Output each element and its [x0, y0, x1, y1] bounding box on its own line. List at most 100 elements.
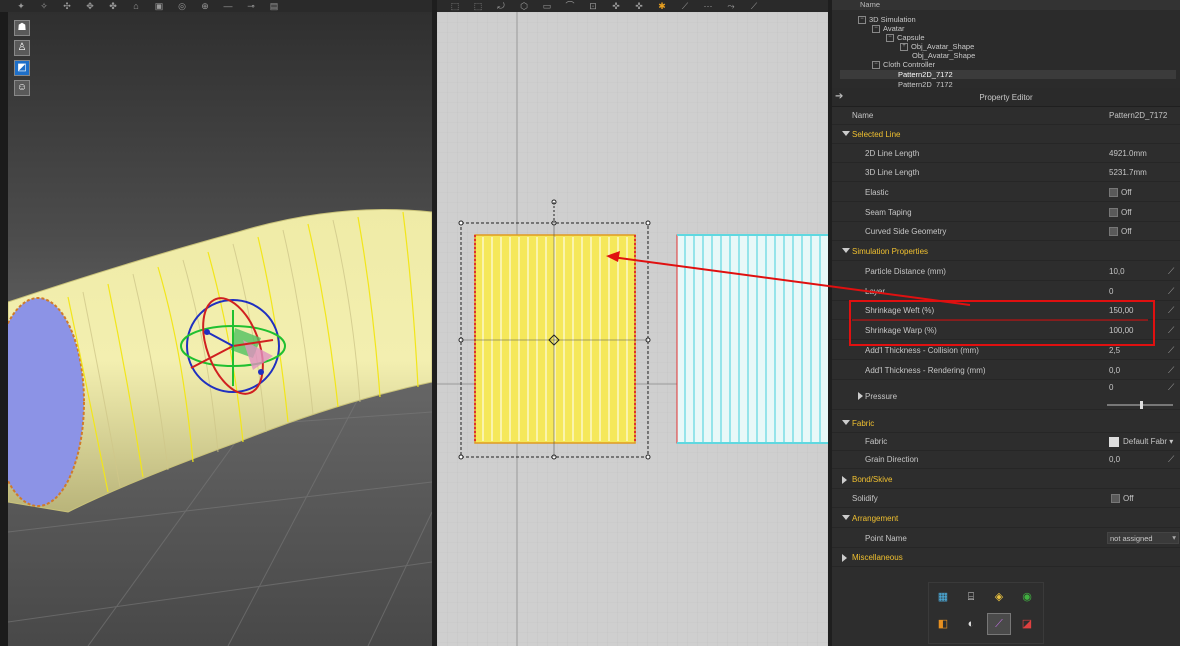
prop-row-curved-side: Curved Side Geometry Off: [832, 222, 1180, 241]
seam-taping-checkbox[interactable]: Off: [1109, 208, 1132, 218]
pin-icon[interactable]: ⟋: [1168, 286, 1174, 297]
collapse-icon[interactable]: [842, 420, 850, 425]
section-fabric[interactable]: Fabric: [832, 414, 1180, 433]
view-tools: ☗ ♙ ◩ ☺: [14, 20, 30, 96]
pressure-slider[interactable]: [1107, 401, 1173, 409]
viewport-2d[interactable]: [437, 12, 828, 646]
tack-icon[interactable]: ⟋: [680, 1, 690, 11]
tree-item-cloth-controller[interactable]: − Cloth Controller: [872, 60, 935, 70]
chevron-down-icon: ▾: [1172, 533, 1176, 542]
knife-icon[interactable]: ⟋: [749, 1, 759, 11]
collapse-icon[interactable]: [842, 248, 850, 253]
solidify-checkbox[interactable]: Off: [1111, 494, 1134, 504]
point-name-dropdown[interactable]: not assigned ▾: [1107, 532, 1179, 544]
tree-item-capsule[interactable]: − Capsule: [886, 33, 925, 43]
garment-3d-render: [8, 209, 432, 646]
seam-icon[interactable]: ⊡: [588, 1, 598, 11]
prop-row-solidify: Solidify Off: [832, 489, 1180, 508]
sphere-icon[interactable]: ◐: [964, 617, 978, 631]
object-browser: Name −3D Simulation − Avatar − Capsule + Ob…: [832, 0, 1180, 88]
pin-icon[interactable]: ⟋: [1168, 266, 1174, 277]
prop-row-seam-taping: Seam Taping Off: [832, 203, 1180, 222]
expand-icon[interactable]: [842, 554, 847, 562]
lock-icon[interactable]: ▣: [154, 1, 164, 11]
brush-icon[interactable]: ✤: [108, 1, 118, 11]
garment-display-icon[interactable]: ◩: [14, 60, 30, 76]
fabric-swatch: [1109, 437, 1119, 447]
tree-item-3d-simulation[interactable]: −3D Simulation: [858, 15, 916, 25]
prop-row-2d-line-length: 2D Line Length 4921.0mm: [832, 144, 1180, 163]
tree-item-avatar[interactable]: − Avatar: [872, 24, 905, 34]
elastic-checkbox[interactable]: Off: [1109, 188, 1132, 198]
fabric-dropdown[interactable]: Default Fabr ▾: [1109, 437, 1173, 447]
curve-icon[interactable]: ⤳: [726, 1, 736, 11]
section-arrangement[interactable]: Arrangement: [832, 509, 1180, 528]
texture-brush-icon[interactable]: ⊸: [246, 1, 256, 11]
texture-icon[interactable]: —: [223, 1, 233, 11]
free-seam-icon[interactable]: ✜: [634, 1, 644, 11]
draw-line-icon[interactable]: ⊕: [200, 1, 210, 11]
tree-header: Name: [832, 0, 1180, 10]
section-bond-skive[interactable]: Bond/Skive: [832, 470, 1180, 489]
tree-item-pattern-2[interactable]: Pattern2D_7172: [898, 80, 953, 88]
checkbox-icon[interactable]: [1109, 208, 1118, 218]
pin-pattern-icon[interactable]: ✱: [657, 1, 667, 11]
polygon-icon[interactable]: ⬡: [519, 1, 529, 11]
fabric-icon[interactable]: ▦: [936, 590, 950, 604]
section-miscellaneous[interactable]: Miscellaneous: [832, 548, 1180, 567]
prop-row-layer: Layer 0 ⟋: [832, 282, 1180, 301]
transform-pattern-icon[interactable]: ⤾: [496, 1, 506, 11]
tree-item-pattern-selected[interactable]: Pattern2D_7172: [840, 70, 1176, 79]
pin-icon[interactable]: ⟋: [1168, 365, 1174, 376]
face-icon[interactable]: ☺: [14, 80, 30, 96]
cube-icon[interactable]: ◈: [992, 590, 1006, 604]
checkbox-icon[interactable]: [1109, 227, 1118, 237]
tree-item-avatar-shape[interactable]: + Obj_Avatar_Shape: [900, 42, 974, 52]
pin-icon[interactable]: ⟋: [1168, 325, 1174, 336]
rectangle-icon[interactable]: ▭: [542, 1, 552, 11]
avatar-icon[interactable]: ♙: [14, 40, 30, 56]
property-editor: ➔ Property Editor Name Pattern2D_7172 Se…: [832, 88, 1180, 646]
shield-icon[interactable]: ◪: [1020, 617, 1034, 631]
expand-icon[interactable]: [858, 392, 863, 400]
checkbox-icon[interactable]: [1111, 494, 1120, 504]
fold-line-icon[interactable]: ⋯: [703, 1, 713, 11]
paint-icon[interactable]: ◧: [936, 617, 950, 631]
internal-line-icon[interactable]: ⌒: [565, 1, 575, 11]
section-simulation-properties[interactable]: Simulation Properties: [832, 242, 1180, 261]
select-mesh-icon[interactable]: ✧: [39, 1, 49, 11]
display-avatar-icon[interactable]: ☗: [14, 20, 30, 36]
pin-icon[interactable]: ⟋: [1168, 454, 1174, 465]
expand-icon[interactable]: [842, 476, 847, 484]
prop-row-point-name: Point Name not assigned ▾: [832, 529, 1180, 548]
grid-icon[interactable]: ▤: [269, 1, 279, 11]
segment-seam-icon[interactable]: ✜: [611, 1, 621, 11]
pattern-2d-render: [437, 12, 828, 646]
bottle-icon[interactable]: ⌸: [964, 590, 978, 604]
pin-icon[interactable]: ✥: [85, 1, 95, 11]
section-selected-line[interactable]: Selected Line: [832, 125, 1180, 144]
tape-icon[interactable]: ◎: [177, 1, 187, 11]
viewport-3d[interactable]: ☗ ♙ ◩ ☺: [8, 12, 432, 646]
property-editor-titlebar: ➔ Property Editor: [832, 88, 1180, 107]
pin-icon[interactable]: ⟋: [1168, 345, 1174, 356]
feather-icon[interactable]: ⟋: [987, 613, 1011, 635]
checkbox-icon[interactable]: [1109, 188, 1118, 198]
select-pattern-icon[interactable]: ⬚: [450, 1, 460, 11]
globe-icon[interactable]: ◉: [1020, 590, 1034, 604]
pin-icon[interactable]: ⟋: [1168, 382, 1174, 393]
edit-pattern-icon[interactable]: ⬚: [473, 1, 483, 11]
collapse-icon[interactable]: [842, 515, 850, 520]
curved-side-checkbox[interactable]: Off: [1109, 227, 1132, 237]
prop-row-fabric: Fabric Default Fabr ▾: [832, 432, 1180, 451]
pin-icon[interactable]: ⟋: [1168, 305, 1174, 316]
prop-row-3d-line-length: 3D Line Length 5231.7mm: [832, 163, 1180, 182]
property-editor-title: Property Editor: [979, 93, 1033, 102]
tree-item-avatar-shape-2[interactable]: Obj_Avatar_Shape: [912, 51, 975, 60]
collapse-icon[interactable]: [842, 131, 850, 136]
transform-icon[interactable]: ✣: [62, 1, 72, 11]
prop-row-name: Name Pattern2D_7172: [832, 106, 1180, 125]
slider-knob[interactable]: [1140, 401, 1143, 409]
fold-icon[interactable]: ⌂: [131, 1, 141, 11]
avatar-pose-icon[interactable]: ✦: [16, 1, 26, 11]
